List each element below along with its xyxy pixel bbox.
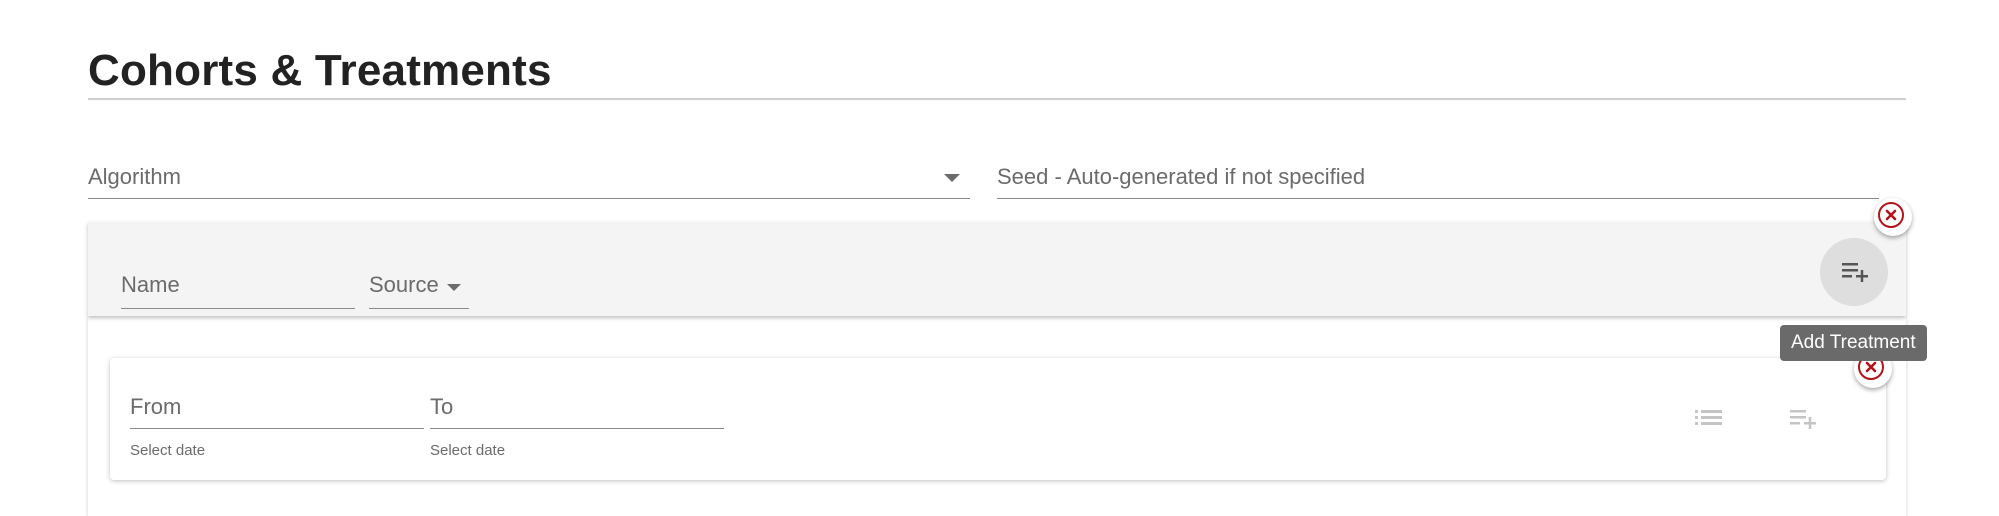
from-label: From	[130, 394, 182, 419]
page-title: Cohorts & Treatments	[88, 46, 552, 95]
caret-down-icon	[447, 284, 461, 291]
playlist-add-icon[interactable]	[1858, 0, 1888, 12]
from-hint: Select date	[130, 442, 206, 459]
from-date-input[interactable]: From	[130, 384, 424, 429]
add-treatment-tooltip: Add Treatment	[1780, 325, 1927, 361]
caret-down-icon	[944, 174, 960, 182]
cohort-source-select[interactable]: Source	[369, 268, 469, 309]
cohort-source-label: Source	[369, 272, 439, 297]
seed-label: Seed - Auto-generated if not specified	[997, 164, 1366, 189]
to-date-input[interactable]: To	[430, 384, 724, 429]
cohort-card: Name Source	[88, 222, 1906, 316]
to-hint: Select date	[430, 442, 506, 459]
list-icon[interactable]	[1694, 408, 1724, 433]
cohort-name-input[interactable]: Name	[121, 268, 355, 309]
playlist-add-icon	[1842, 263, 1868, 282]
treatment-card: From Select date To Select date	[110, 358, 1886, 480]
playlist-add-icon[interactable]	[1788, 408, 1818, 437]
cohort-name-label: Name	[121, 272, 180, 297]
seed-input[interactable]: Seed - Auto-generated if not specified	[997, 158, 1879, 199]
close-circle-icon	[1878, 202, 1904, 228]
algorithm-label: Algorithm	[88, 164, 181, 189]
remove-cohort-button[interactable]	[1874, 198, 1912, 236]
add-treatment-button[interactable]	[1820, 238, 1888, 306]
title-divider	[88, 98, 1906, 100]
to-label: To	[430, 394, 454, 419]
algorithm-select[interactable]: Algorithm	[88, 158, 970, 199]
